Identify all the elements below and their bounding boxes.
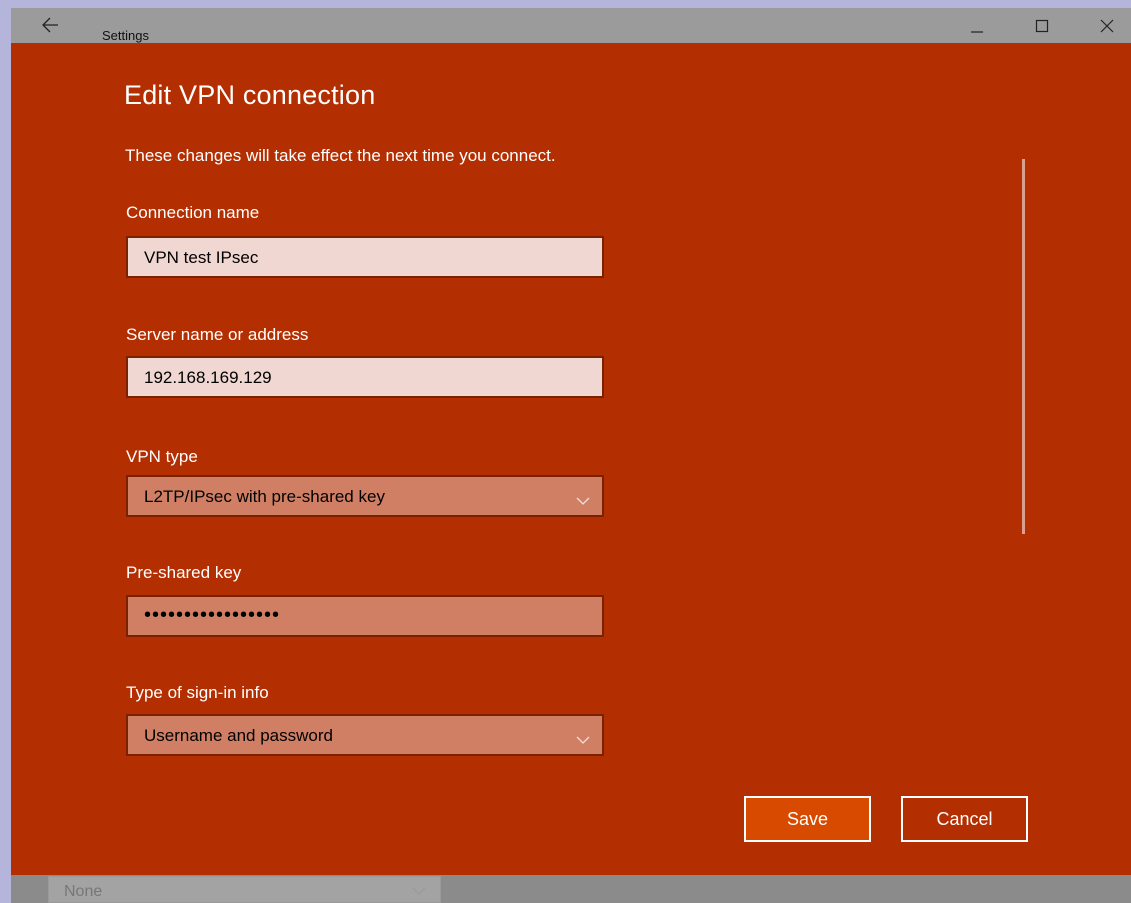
server-address-value: 192.168.169.129 — [144, 368, 272, 387]
scrollbar[interactable] — [1022, 159, 1025, 534]
background-dropdown[interactable]: None — [48, 876, 441, 903]
window-frame-left — [0, 0, 11, 903]
connection-name-label: Connection name — [126, 203, 260, 222]
back-arrow-icon[interactable] — [36, 17, 60, 33]
pre-shared-key-input[interactable]: ••••••••••••••••• — [126, 595, 604, 637]
sign-in-type-value: Username and password — [144, 726, 333, 745]
save-button[interactable]: Save — [744, 796, 871, 842]
chevron-down-icon — [412, 883, 426, 901]
dialog-heading: Edit VPN connection — [124, 80, 376, 110]
maximize-button[interactable] — [1019, 8, 1065, 43]
connection-name-input[interactable]: VPN test IPsec — [126, 236, 604, 278]
vpn-type-dropdown[interactable]: L2TP/IPsec with pre-shared key — [126, 475, 604, 517]
vpn-type-label: VPN type — [126, 447, 198, 466]
chevron-down-icon — [576, 730, 590, 750]
sign-in-type-label: Type of sign-in info — [126, 683, 269, 702]
title-bar: Settings — [11, 8, 1131, 43]
minimize-button[interactable] — [954, 8, 1000, 43]
close-button[interactable] — [1084, 8, 1130, 43]
minimize-icon — [971, 30, 983, 33]
dialog-subtitle: These changes will take effect the next … — [125, 146, 556, 165]
close-icon — [1100, 19, 1114, 32]
sign-in-type-dropdown[interactable]: Username and password — [126, 714, 604, 756]
edit-vpn-dialog: Edit VPN connection These changes will t… — [11, 43, 1131, 875]
connection-name-value: VPN test IPsec — [144, 248, 259, 267]
background-dropdown-value: None — [64, 883, 103, 900]
pre-shared-key-label: Pre-shared key — [126, 563, 242, 582]
vpn-type-value: L2TP/IPsec with pre-shared key — [144, 487, 385, 506]
server-address-input[interactable]: 192.168.169.129 — [126, 356, 604, 398]
window-title: Settings — [102, 28, 149, 43]
server-address-label: Server name or address — [126, 325, 309, 344]
cancel-button[interactable]: Cancel — [901, 796, 1028, 842]
maximize-icon — [1035, 19, 1049, 32]
chevron-down-icon — [576, 491, 590, 511]
pre-shared-key-value: ••••••••••••••••• — [144, 604, 281, 626]
window-frame-top — [0, 0, 1131, 8]
